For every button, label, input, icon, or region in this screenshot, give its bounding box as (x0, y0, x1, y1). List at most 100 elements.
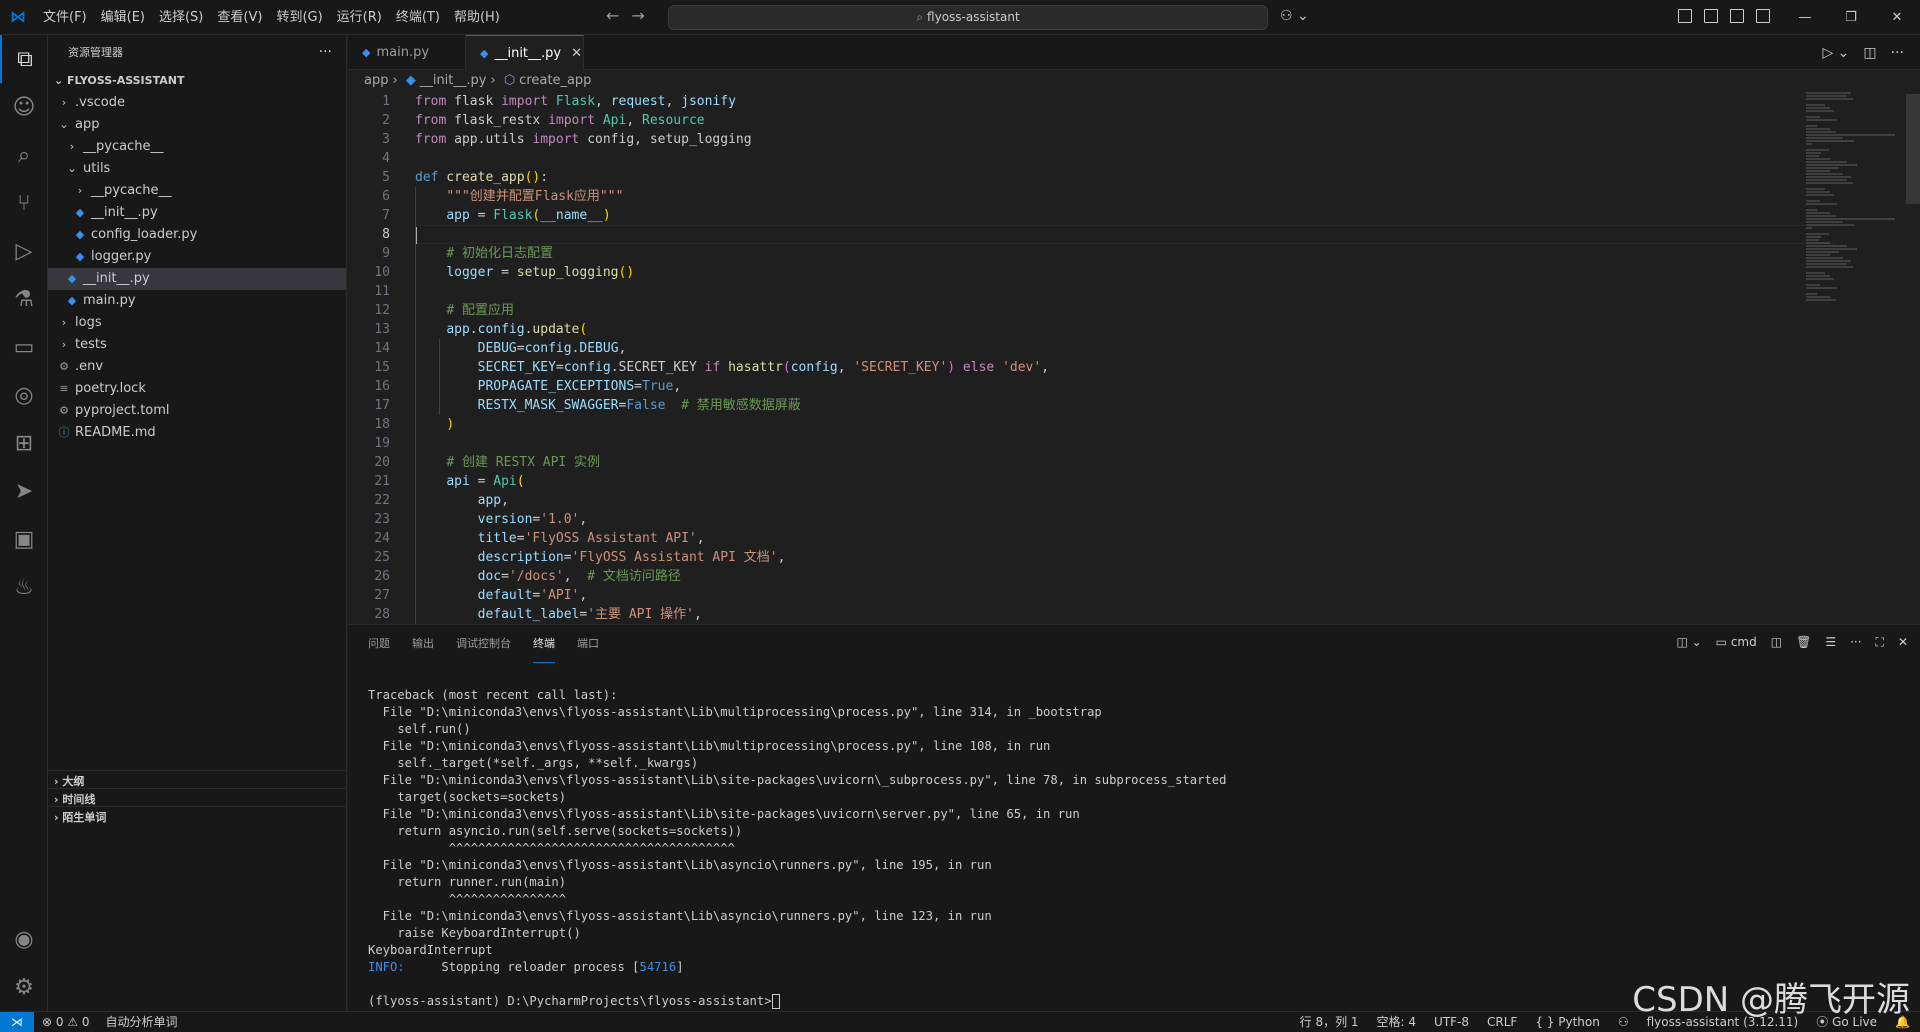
code-line[interactable] (415, 282, 1835, 301)
cursor-position[interactable]: 行 8，列 1 (1300, 1012, 1359, 1032)
close-tab-icon[interactable]: ✕ (571, 46, 582, 61)
copilot-icon[interactable]: ⚇ ⌄ (1280, 8, 1309, 24)
maximize-panel-icon[interactable]: ⛶ (1876, 635, 1884, 650)
toggle-primary-sidebar-icon[interactable] (1704, 9, 1718, 23)
code-line[interactable]: title='FlyOSS Assistant API', (415, 529, 1835, 548)
menu-item[interactable]: 文件(F) (36, 0, 94, 35)
tree-folder[interactable]: › tests (48, 334, 346, 356)
code-line[interactable] (415, 149, 1835, 168)
panel-tab[interactable]: 调试控制台 (456, 625, 511, 663)
tree-file[interactable]: ◆ main.py (48, 290, 346, 312)
close-icon[interactable]: ✕ (1874, 0, 1920, 35)
close-panel-icon[interactable]: ✕ (1898, 635, 1908, 650)
code-line[interactable] (415, 434, 1835, 453)
code-line[interactable]: RESTX_MASK_SWAGGER=False # 禁用敏感数据屏蔽 (415, 396, 1835, 415)
account-icon[interactable]: ◉ (0, 915, 48, 963)
terminal-list-icon[interactable]: ☰ (1825, 635, 1836, 650)
language-mode[interactable]: { } Python (1535, 1012, 1600, 1032)
terminal-output[interactable]: Traceback (most recent call last): File … (368, 687, 1828, 1010)
split-terminal-icon[interactable]: ◫ (1771, 635, 1782, 650)
auto-analysis-status[interactable]: 自动分析单词 (106, 1012, 178, 1032)
settings-gear-icon[interactable]: ⚙ (0, 963, 48, 1011)
panel-tab[interactable]: 输出 (412, 625, 434, 663)
tree-file[interactable]: ≡ poetry.lock (48, 378, 346, 400)
code-line[interactable] (415, 225, 1835, 244)
code-line[interactable]: """创建并配置Flask应用""" (415, 187, 1835, 206)
code-line[interactable]: default='API', (415, 586, 1835, 605)
remote-explorer-icon[interactable]: ▭ (0, 323, 48, 371)
tree-file[interactable]: ⚙ .env (48, 356, 346, 378)
forward-arrow-icon[interactable]: → (631, 6, 644, 25)
split-editor-icon[interactable]: ◫ (1863, 45, 1876, 61)
tree-folder[interactable]: › .vscode (48, 92, 346, 114)
code-line[interactable]: from app.utils import config, setup_logg… (415, 130, 1835, 149)
launch-profile-icon[interactable]: ◫ ⌄ (1676, 635, 1701, 650)
customize-layout-icon[interactable] (1678, 9, 1692, 23)
tree-file[interactable]: ◆ logger.py (48, 246, 346, 268)
tree-folder[interactable]: ⌄ app (48, 114, 346, 136)
kill-terminal-icon[interactable]: 🗑 (1796, 635, 1811, 650)
code-line[interactable]: DEBUG=config.DEBUG, (415, 339, 1835, 358)
terminal-prompt-line[interactable]: (flyoss-assistant) D:\PycharmProjects\fl… (368, 993, 1828, 1010)
menu-item[interactable]: 帮助(H) (447, 0, 507, 35)
menu-item[interactable]: 查看(V) (210, 0, 269, 35)
database-icon[interactable]: ◎ (0, 371, 48, 419)
code-lines[interactable]: from flask import Flask, request, jsonif… (415, 92, 1835, 624)
code-line[interactable]: version='1.0', (415, 510, 1835, 529)
panel-tab[interactable]: 终端 (533, 625, 555, 663)
search-view-icon[interactable]: ⌕ (0, 131, 48, 179)
code-line[interactable]: app = Flask(__name__) (415, 206, 1835, 225)
code-line[interactable]: # 创建 RESTX API 实例 (415, 453, 1835, 472)
code-line[interactable]: from flask_restx import Api, Resource (415, 111, 1835, 130)
terminal-shell-selector[interactable]: ▭ cmd (1716, 635, 1757, 650)
code-line[interactable]: default_label='主要 API 操作', (415, 605, 1835, 624)
extensions-icon[interactable]: ⊞ (0, 419, 48, 467)
panel-tab[interactable]: 问题 (368, 625, 390, 663)
run-python-file-icon[interactable]: ▷ ⌄ (1822, 45, 1849, 61)
run-debug-icon[interactable]: ▷ (0, 227, 48, 275)
breadcrumb-folder[interactable]: app (364, 73, 388, 88)
tree-file[interactable]: ◆ config_loader.py (48, 224, 346, 246)
command-center-search[interactable]: ⌕ flyoss-assistant (668, 5, 1268, 30)
problems-indicator[interactable]: ⊗ 0 ⚠ 0 (42, 1012, 90, 1032)
tree-folder[interactable]: › logs (48, 312, 346, 334)
code-line[interactable]: api = Api( (415, 472, 1835, 491)
encoding[interactable]: UTF-8 (1434, 1012, 1469, 1032)
code-line[interactable]: PROPAGATE_EXCEPTIONS=True, (415, 377, 1835, 396)
code-line[interactable]: def create_app(): (415, 168, 1835, 187)
restore-icon[interactable]: ❐ (1828, 0, 1874, 35)
code-line[interactable]: doc='/docs', # 文档访问路径 (415, 567, 1835, 586)
package-icon[interactable]: ▣ (0, 515, 48, 563)
menu-item[interactable]: 选择(S) (152, 0, 210, 35)
tree-folder[interactable]: › __pycache__ (48, 136, 346, 158)
menu-item[interactable]: 运行(R) (330, 0, 389, 35)
toggle-secondary-sidebar-icon[interactable] (1756, 9, 1770, 23)
tree-file[interactable]: ◆ __init__.py (48, 268, 346, 290)
tree-file[interactable]: ◆ __init__.py (48, 202, 346, 224)
code-line[interactable]: app, (415, 491, 1835, 510)
editor-scrollbar[interactable] (1906, 94, 1920, 204)
remote-indicator-icon[interactable]: ⋊ (0, 1012, 34, 1032)
back-arrow-icon[interactable]: ← (606, 6, 619, 25)
menu-item[interactable]: 编辑(E) (94, 0, 152, 35)
toggle-panel-icon[interactable] (1730, 9, 1744, 23)
copilot-status-icon[interactable]: ⚇ (1618, 1012, 1629, 1032)
source-control-icon[interactable]: ⑂ (0, 179, 48, 227)
python-icon[interactable]: ♨ (0, 563, 48, 611)
copilot-chat-icon[interactable]: ☺ (0, 83, 48, 131)
code-editor[interactable]: 1 2 3 4 5 6 7 8 9 10 11 12 13 14 15 16 17 18 19 20 21 22 23 24 2… (348, 92, 1920, 624)
code-line[interactable]: logger = setup_logging() (415, 263, 1835, 282)
tab-init-py[interactable]: ◆ __init__.py ✕ (466, 35, 584, 70)
sidebar-section[interactable]: › 陌生单词 (48, 806, 347, 828)
tab-main-py[interactable]: ◆ main.py (348, 35, 466, 70)
more-actions-icon[interactable]: ··· (1850, 635, 1861, 650)
menu-item[interactable]: 终端(T) (389, 0, 447, 35)
testing-flask-icon[interactable]: ⚗ (0, 275, 48, 323)
code-line[interactable]: # 配置应用 (415, 301, 1835, 320)
code-line[interactable]: description='FlyOSS Assistant API 文档', (415, 548, 1835, 567)
more-actions-icon[interactable]: ··· (1891, 45, 1904, 61)
code-line[interactable]: app.config.update( (415, 320, 1835, 339)
breadcrumb-symbol[interactable]: create_app (519, 73, 591, 88)
tree-file[interactable]: ⚙ pyproject.toml (48, 400, 346, 422)
tree-folder[interactable]: › __pycache__ (48, 180, 346, 202)
